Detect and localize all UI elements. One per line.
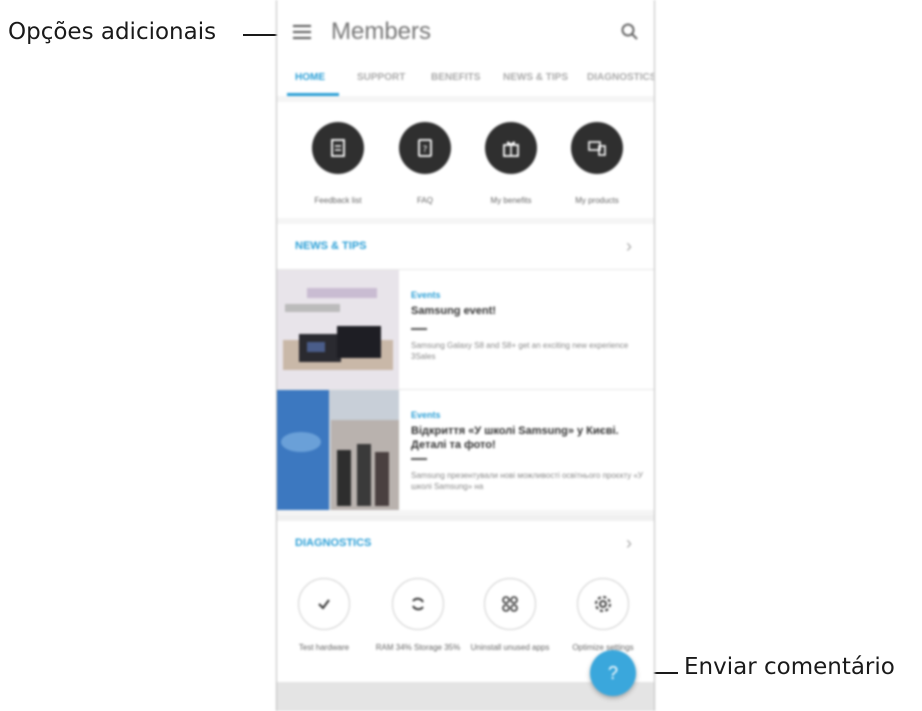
app-bar: Members [277,0,654,66]
apps-icon [484,578,536,630]
diagnostic-optimize[interactable]: Optimize settings [560,578,646,653]
news-item[interactable]: Events Samsung event! Samsung Galaxy S8 … [277,269,654,390]
quick-action-label: My products [575,196,619,205]
quick-action-products[interactable]: My products [557,122,637,205]
feedback-callout-label: Enviar comentário [684,654,895,680]
quick-action-label: Feedback list [314,196,362,205]
news-divider [411,458,427,460]
diagnostics-section-header[interactable]: DIAGNOSTICS › [277,515,654,567]
app-title: Members [331,18,432,45]
tab-support[interactable]: SUPPORT [357,72,405,83]
chevron-right-icon: › [626,533,632,553]
news-thumbnail [277,270,399,390]
faq-icon: ? [399,122,451,174]
search-icon[interactable] [620,22,640,42]
document-icon [312,122,364,174]
active-tab-indicator [287,93,339,96]
check-icon [298,578,350,630]
chevron-right-icon: › [626,236,632,256]
gear-icon [577,578,629,630]
quick-action-label: FAQ [416,196,433,205]
svg-text:?: ? [423,145,428,155]
news-divider [411,328,427,330]
news-section-header[interactable]: NEWS & TIPS › [277,224,654,270]
tab-diagnostics[interactable]: DIAGNOSTICS [587,72,654,83]
phone-screen: Members HOME SUPPORT BENEFITS NEWS & TIP… [276,0,655,711]
tab-benefits[interactable]: BENEFITS [431,72,480,83]
news-item[interactable]: Events Відкриття «У школі Samsung» у Киє… [277,389,654,510]
diagnostic-label: Uninstall unused apps [470,643,550,652]
diagnostic-test-hardware[interactable]: Test hardware [281,578,367,653]
devices-icon [571,122,623,174]
news-description: Samsung презентували нові можливості осв… [411,471,643,491]
news-description: Samsung Galaxy S8 and S8+ get an excitin… [411,341,629,361]
section-title: NEWS & TIPS [295,240,367,252]
news-category: Events [411,290,441,300]
quick-actions: Feedback list ? FAQ My benefits My produ… [277,102,654,218]
options-callout-label: Opções adicionais [8,19,217,45]
news-category: Events [411,410,441,420]
help-icon[interactable]: ? [590,650,636,696]
tab-home[interactable]: HOME [295,72,325,83]
quick-action-label: My benefits [490,196,532,205]
quick-action-feedback[interactable]: Feedback list [298,122,378,205]
diagnostic-label: RAM 34% Storage 35% [375,643,461,652]
refresh-icon [392,578,444,630]
quick-action-benefits[interactable]: My benefits [471,122,551,205]
news-thumbnail [277,390,399,510]
quick-action-faq[interactable]: ? FAQ [385,122,465,205]
diagnostic-label: Test hardware [298,643,350,652]
section-title: DIAGNOSTICS [295,537,372,549]
news-title: Samsung event! [411,305,496,317]
news-title: Відкриття «У школі Samsung» у Києві. Дет… [411,425,619,451]
menu-icon[interactable] [293,25,311,39]
diagnostic-storage[interactable]: RAM 34% Storage 35% [375,578,461,653]
diagnostic-unused-apps[interactable]: Uninstall unused apps [467,578,553,653]
tab-bar: HOME SUPPORT BENEFITS NEWS & TIPS DIAGNO… [277,66,654,96]
tab-news-tips[interactable]: NEWS & TIPS [503,72,568,83]
gift-icon [485,122,537,174]
